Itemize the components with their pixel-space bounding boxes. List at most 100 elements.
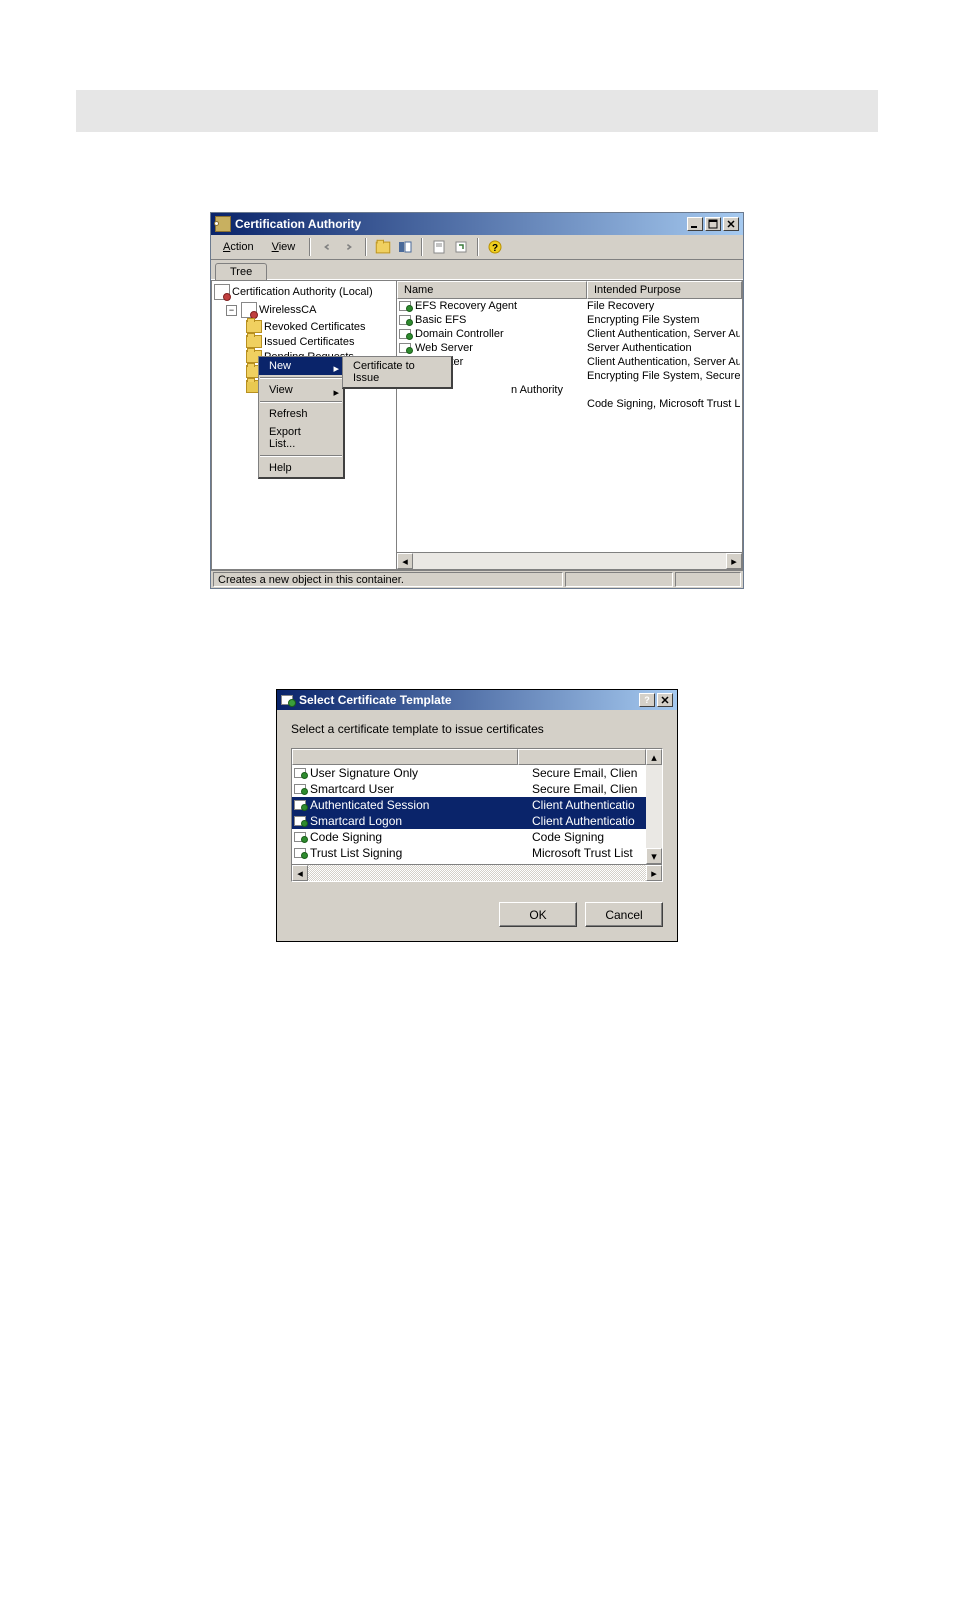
status-cell-2 — [565, 572, 673, 587]
folder-icon — [246, 335, 262, 348]
back-button[interactable] — [317, 237, 337, 257]
properties-button[interactable] — [429, 237, 449, 257]
submenu: Certificate to Issue — [342, 356, 453, 389]
listbox-header: ▴ — [292, 749, 662, 765]
app-icon — [215, 216, 231, 232]
submenu-cert-issue[interactable]: Certificate to Issue — [343, 357, 451, 387]
menu-separator-2 — [365, 238, 367, 256]
menu-action[interactable]: Action — [215, 239, 262, 255]
scroll-up-icon[interactable]: ▴ — [646, 749, 662, 765]
list-row: EFS Recovery AgentFile Recovery — [397, 299, 742, 313]
submenu-arrow-icon: ▸ — [333, 386, 339, 399]
dialog-titlebar[interactable]: Select Certificate Template ? — [277, 690, 677, 710]
select-cert-template-dialog: Select Certificate Template ? Select a c… — [276, 689, 678, 942]
cert-icon — [294, 831, 308, 843]
cert-icon — [294, 815, 308, 827]
ok-button[interactable]: OK — [499, 902, 577, 927]
lb-row: Trust List SigningMicrosoft Trust List — [292, 845, 646, 861]
cert-icon — [399, 328, 413, 340]
tree-root[interactable]: Certification Authority (Local) — [214, 283, 394, 301]
cert-icon — [399, 342, 413, 354]
cert-icon — [294, 799, 308, 811]
titlebar[interactable]: Certification Authority — [211, 213, 743, 235]
listbox-rows[interactable]: User Signature OnlySecure Email, Clien S… — [292, 765, 646, 864]
scroll-right-icon[interactable]: ▸ — [726, 553, 742, 569]
horizontal-scrollbar[interactable]: ◂ ▸ — [397, 552, 742, 569]
up-button[interactable] — [373, 237, 393, 257]
cert-icon — [399, 314, 413, 326]
help-button[interactable]: ? — [485, 237, 505, 257]
dialog-title: Select Certificate Template — [299, 693, 635, 707]
lb-row: Code SigningCode Signing — [292, 829, 646, 845]
col-name[interactable]: Name — [397, 281, 587, 299]
template-listbox[interactable]: ▴ User Signature OnlySecure Email, Clien… — [291, 748, 663, 882]
help-button[interactable]: ? — [639, 693, 655, 707]
scroll-left-icon[interactable]: ◂ — [397, 553, 413, 569]
list-body[interactable]: EFS Recovery AgentFile Recovery Basic EF… — [397, 299, 742, 552]
window-buttons — [687, 217, 739, 231]
cert-icon — [399, 300, 413, 312]
collapse-icon[interactable]: − — [226, 305, 237, 316]
ctx-help[interactable]: Help — [259, 459, 343, 477]
submenu-arrow-icon: ▸ — [333, 362, 339, 375]
tab-row: Tree — [211, 260, 743, 280]
menu-separator-4 — [477, 238, 479, 256]
ctx-separator — [260, 455, 342, 457]
cert-icon — [294, 863, 308, 864]
lb-col-name[interactable] — [292, 749, 518, 765]
vertical-scrollbar[interactable]: ▾ — [646, 765, 662, 864]
folder-icon — [246, 320, 262, 333]
refresh-button[interactable] — [451, 237, 471, 257]
status-cell-3 — [675, 572, 741, 587]
lb-row-selected: Authenticated SessionClient Authenticati… — [292, 797, 646, 813]
tab-tree[interactable]: Tree — [215, 263, 267, 280]
ctx-view[interactable]: View▸ — [259, 381, 343, 399]
lb-row: Smartcard UserSecure Email, Clien — [292, 781, 646, 797]
scroll-track[interactable] — [413, 553, 726, 569]
status-text: Creates a new object in this container. — [213, 572, 563, 587]
list-row: Domain ControllerClient Authentication, … — [397, 327, 742, 341]
maximize-button[interactable] — [705, 217, 721, 231]
dialog-icon — [281, 693, 295, 707]
ctx-new[interactable]: New▸ — [259, 357, 343, 375]
dialog-body: Select a certificate template to issue c… — [277, 710, 677, 894]
ca-root-icon — [214, 284, 230, 300]
scroll-left-icon[interactable]: ◂ — [292, 865, 308, 881]
cancel-button[interactable]: Cancel — [585, 902, 663, 927]
scroll-track[interactable] — [308, 865, 646, 881]
list-row: Code Signing, Microsoft Trust List Signi — [397, 397, 742, 411]
ctx-export[interactable]: Export List... — [259, 423, 343, 453]
scroll-track[interactable] — [646, 765, 662, 848]
forward-button[interactable] — [339, 237, 359, 257]
close-button[interactable] — [723, 217, 739, 231]
list-pane: Name Intended Purpose EFS Recovery Agent… — [397, 280, 743, 570]
horizontal-scrollbar[interactable]: ◂ ▸ — [292, 864, 662, 881]
menu-separator — [309, 238, 311, 256]
ctx-separator — [260, 401, 342, 403]
scroll-down-icon[interactable]: ▾ — [646, 848, 662, 864]
statusbar: Creates a new object in this container. — [211, 570, 743, 588]
minimize-button[interactable] — [687, 217, 703, 231]
dialog-instruction: Select a certificate template to issue c… — [291, 722, 663, 736]
tree-revoked[interactable]: Revoked Certificates — [214, 319, 394, 334]
lb-row-selected: Smartcard LogonClient Authenticatio — [292, 813, 646, 829]
tree-ca[interactable]: −WirelessCA — [214, 301, 394, 319]
dialog-buttons: OK Cancel — [277, 894, 677, 941]
tree-issued[interactable]: Issued Certificates — [214, 334, 394, 349]
scroll-right-icon[interactable]: ▸ — [646, 865, 662, 881]
context-menu: New▸ View▸ Refresh Export List... Help — [258, 356, 345, 479]
page-header-strip — [76, 90, 878, 132]
menu-view[interactable]: View — [264, 239, 304, 255]
lb-col-purpose[interactable] — [518, 749, 646, 765]
ctx-refresh[interactable]: Refresh — [259, 405, 343, 423]
list-row: Basic EFSEncrypting File System — [397, 313, 742, 327]
menubar: Action View ? — [211, 235, 743, 260]
show-hide-button[interactable] — [395, 237, 415, 257]
menu-separator-3 — [421, 238, 423, 256]
close-button[interactable] — [657, 693, 673, 707]
col-purpose[interactable]: Intended Purpose — [587, 281, 742, 299]
window-title: Certification Authority — [235, 217, 683, 231]
cert-icon — [294, 847, 308, 859]
svg-text:?: ? — [492, 243, 498, 254]
cert-icon — [294, 783, 308, 795]
